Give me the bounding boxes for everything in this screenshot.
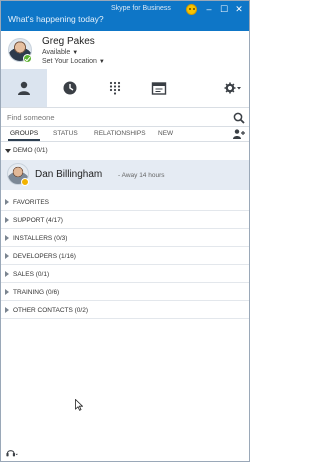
away-status-icon xyxy=(21,178,29,186)
presence-label: Available xyxy=(42,49,71,56)
contact-status: - Away 14 hours xyxy=(118,172,165,179)
title-bar: Skype for Business What's happening toda… xyxy=(1,1,249,31)
filter-tab-status[interactable]: STATUS xyxy=(53,130,78,137)
calendar-icon xyxy=(151,82,167,95)
group-header-training[interactable]: TRAINING (0/6) xyxy=(1,284,249,301)
skype-window: Skype for Business What's happening toda… xyxy=(0,0,250,462)
tab-conversations[interactable] xyxy=(47,69,93,107)
maximize-button[interactable]: ☐ xyxy=(217,3,231,15)
group-label: OTHER CONTACTS (0/2) xyxy=(13,307,88,314)
profile-name: Greg Pakes xyxy=(42,36,95,47)
dialpad-icon xyxy=(109,81,121,95)
contact-name: Dan Billingham xyxy=(35,169,103,180)
group-header-installers[interactable]: INSTALLERS (0/3) xyxy=(1,230,249,247)
contact-row[interactable]: Dan Billingham - Away 14 hours xyxy=(1,160,249,190)
tab-contacts[interactable] xyxy=(1,69,47,107)
presence-menu[interactable]: Available ▼ xyxy=(42,49,78,56)
group-header-other-contacts[interactable]: OTHER CONTACTS (0/2) xyxy=(1,302,249,319)
group-label: FAVORITES xyxy=(13,199,49,206)
available-status-icon xyxy=(23,54,32,63)
minimize-button[interactable]: – xyxy=(202,3,216,15)
emoticon-icon[interactable] xyxy=(186,4,197,15)
contacts-icon xyxy=(18,81,30,95)
chevron-right-icon xyxy=(5,253,9,259)
tab-phone[interactable] xyxy=(92,69,138,107)
search-bar xyxy=(1,107,249,127)
chevron-right-icon xyxy=(5,289,9,295)
profile-area: Greg Pakes Available ▼ Set Your Location… xyxy=(1,31,249,69)
close-button[interactable]: ✕ xyxy=(232,3,246,15)
note-input[interactable]: What's happening today? xyxy=(8,14,104,24)
group-label: DEVELOPERS (1/16) xyxy=(13,253,76,260)
group-header-demo[interactable]: DEMO (0/1) xyxy=(1,142,249,159)
location-menu[interactable]: Set Your Location ▼ xyxy=(42,58,105,65)
chevron-right-icon xyxy=(5,235,9,241)
group-label: SALES (0/1) xyxy=(13,271,50,278)
group-label: INSTALLERS (0/3) xyxy=(13,235,68,242)
filter-tab-relationships[interactable]: RELATIONSHIPS xyxy=(94,130,146,137)
nav-tabs xyxy=(1,69,249,107)
group-header-developers[interactable]: DEVELOPERS (1/16) xyxy=(1,248,249,265)
filter-tab-groups[interactable]: GROUPS xyxy=(7,130,41,141)
contact-filter-tabs: GROUPS STATUS RELATIONSHIPS NEW xyxy=(1,127,249,142)
group-header-support[interactable]: SUPPORT (4/17) xyxy=(1,212,249,229)
chevron-right-icon xyxy=(5,199,9,205)
group-label: DEMO (0/1) xyxy=(13,147,48,154)
group-header-sales[interactable]: SALES (0/1) xyxy=(1,266,249,283)
mouse-pointer-icon xyxy=(75,399,83,411)
chevron-down-icon: ▼ xyxy=(98,59,105,65)
window-title: Skype for Business xyxy=(111,5,171,12)
filter-tab-new[interactable]: NEW xyxy=(158,130,173,137)
group-label: TRAINING (0/6) xyxy=(13,289,60,296)
clock-icon xyxy=(63,81,77,95)
chevron-right-icon xyxy=(5,307,9,313)
search-input[interactable] xyxy=(7,111,227,124)
search-icon[interactable] xyxy=(233,112,245,124)
headset-icon[interactable] xyxy=(6,447,18,459)
location-label: Set Your Location xyxy=(42,58,97,65)
chevron-right-icon xyxy=(5,217,9,223)
options-menu[interactable] xyxy=(217,69,249,107)
chevron-right-icon xyxy=(5,271,9,277)
add-contact-icon[interactable] xyxy=(233,129,245,139)
tab-meetings[interactable] xyxy=(136,69,182,107)
gear-icon xyxy=(224,82,241,94)
group-header-favorites[interactable]: FAVORITES xyxy=(1,194,249,211)
chevron-down-icon xyxy=(5,149,11,153)
chevron-down-icon: ▼ xyxy=(72,50,79,56)
group-label: SUPPORT (4/17) xyxy=(13,217,63,224)
